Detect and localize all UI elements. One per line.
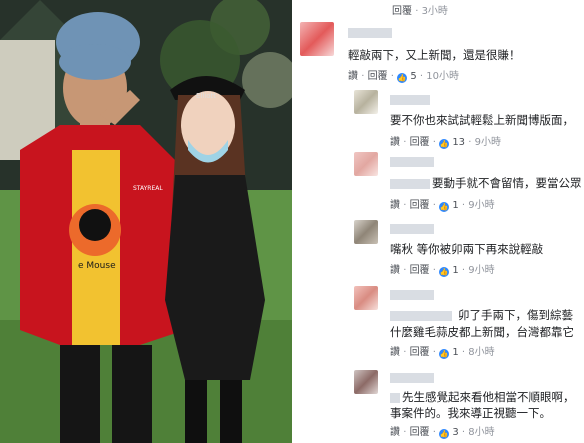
reply-link[interactable]: 回覆 <box>410 265 430 276</box>
like-link[interactable]: 讚 <box>390 427 400 438</box>
username-redacted[interactable] <box>390 311 452 321</box>
like-reaction-icon: 👍 <box>439 267 450 277</box>
like-reaction-icon: 👍 <box>439 429 450 439</box>
comment-text: 先生感覺起來看他相當不順眼啊， <box>402 390 575 404</box>
reply-link[interactable]: 回覆 <box>368 71 388 82</box>
reply-link[interactable]: 回覆 <box>410 427 430 438</box>
timestamp[interactable]: 9小時 <box>468 200 494 211</box>
timestamp[interactable]: 9小時 <box>468 265 494 276</box>
comment-actions: 回覆 · 3小時 <box>392 6 448 17</box>
like-link[interactable]: 讚 <box>390 265 400 276</box>
comment-text: 嘴秋 等你被卯兩下再來說輕敲 <box>390 242 544 256</box>
like-reaction-icon: 👍 <box>439 139 450 149</box>
reaction-count[interactable]: 13 <box>452 137 465 148</box>
reaction-count[interactable]: 1 <box>452 265 458 276</box>
avatar[interactable] <box>300 22 334 56</box>
comment-text: 要動手就不會留情，要當公眾 <box>432 176 582 190</box>
comment-actions: 讚 · 回覆 · 👍 5 · 10小時 <box>348 71 459 83</box>
timestamp[interactable]: 10小時 <box>426 71 459 82</box>
username-redacted[interactable] <box>390 179 430 189</box>
username-redacted[interactable] <box>390 373 434 383</box>
like-reaction-icon: 👍 <box>439 202 450 212</box>
timestamp[interactable]: 3小時 <box>422 6 448 17</box>
comment-text: 輕敲兩下，又上新聞，還是很賺！ <box>348 48 521 62</box>
shirt-print: e Mouse <box>78 261 116 271</box>
reaction-count[interactable]: 5 <box>410 71 416 82</box>
username-redacted[interactable] <box>390 157 434 167</box>
like-link[interactable]: 讚 <box>390 137 400 148</box>
comments-panel: 回覆 · 3小時 輕敲兩下，又上新聞，還是很賺！ 讚 · 回覆 · 👍 5 · … <box>292 0 584 443</box>
like-reaction-icon: 👍 <box>397 73 408 83</box>
comment-text: 要不你也來試試輕鬆上新聞博版面， <box>390 113 574 127</box>
username-redacted[interactable] <box>390 224 434 234</box>
avatar[interactable] <box>354 152 378 176</box>
timestamp[interactable]: 9小時 <box>475 137 501 148</box>
like-link[interactable]: 讚 <box>390 347 400 358</box>
username-redacted[interactable] <box>390 290 434 300</box>
comment-actions: 讚 · 回覆 · 👍 1 · 9小時 <box>390 265 495 277</box>
comment-actions: 讚 · 回覆 · 👍 3 · 8小時 <box>390 427 495 439</box>
comment-actions: 讚 · 回覆 · 👍 1 · 8小時 <box>390 347 495 359</box>
comment-actions: 讚 · 回覆 · 👍 1 · 9小時 <box>390 200 495 212</box>
comment-text-line2: 事案件的。我來導正視聽一下。 <box>390 406 551 420</box>
comment-text: 卯了手兩下，傷到綜藝 <box>458 308 573 322</box>
news-photo: e Mouse STAYREAL Elliott <box>0 0 292 443</box>
avatar[interactable] <box>354 90 378 114</box>
timestamp[interactable]: 8小時 <box>468 427 494 438</box>
username-redacted[interactable] <box>348 28 392 38</box>
like-link[interactable]: 讚 <box>390 200 400 211</box>
reply-link[interactable]: 回覆 <box>392 6 412 17</box>
avatar[interactable] <box>354 370 378 394</box>
reaction-count[interactable]: 1 <box>452 200 458 211</box>
avatar[interactable] <box>354 220 378 244</box>
reaction-count[interactable]: 3 <box>452 427 458 438</box>
reply-link[interactable]: 回覆 <box>410 347 430 358</box>
reply-link[interactable]: 回覆 <box>410 200 430 211</box>
cap-text: Elliott <box>196 92 216 100</box>
comment-actions: 讚 · 回覆 · 👍 13 · 9小時 <box>390 137 501 149</box>
reaction-count[interactable]: 1 <box>452 347 458 358</box>
jacket-print: STAYREAL <box>133 185 163 192</box>
reply-link[interactable]: 回覆 <box>410 137 430 148</box>
comment-text-line2: 什麼雞毛蒜皮都上新聞，台灣都靠它 <box>390 325 574 339</box>
avatar[interactable] <box>354 286 378 310</box>
username-redacted[interactable] <box>390 393 400 403</box>
photo-illustration: e Mouse STAYREAL Elliott <box>0 0 292 443</box>
username-redacted[interactable] <box>390 95 430 105</box>
like-reaction-icon: 👍 <box>439 349 450 359</box>
timestamp[interactable]: 8小時 <box>468 347 494 358</box>
like-link[interactable]: 讚 <box>348 71 358 82</box>
